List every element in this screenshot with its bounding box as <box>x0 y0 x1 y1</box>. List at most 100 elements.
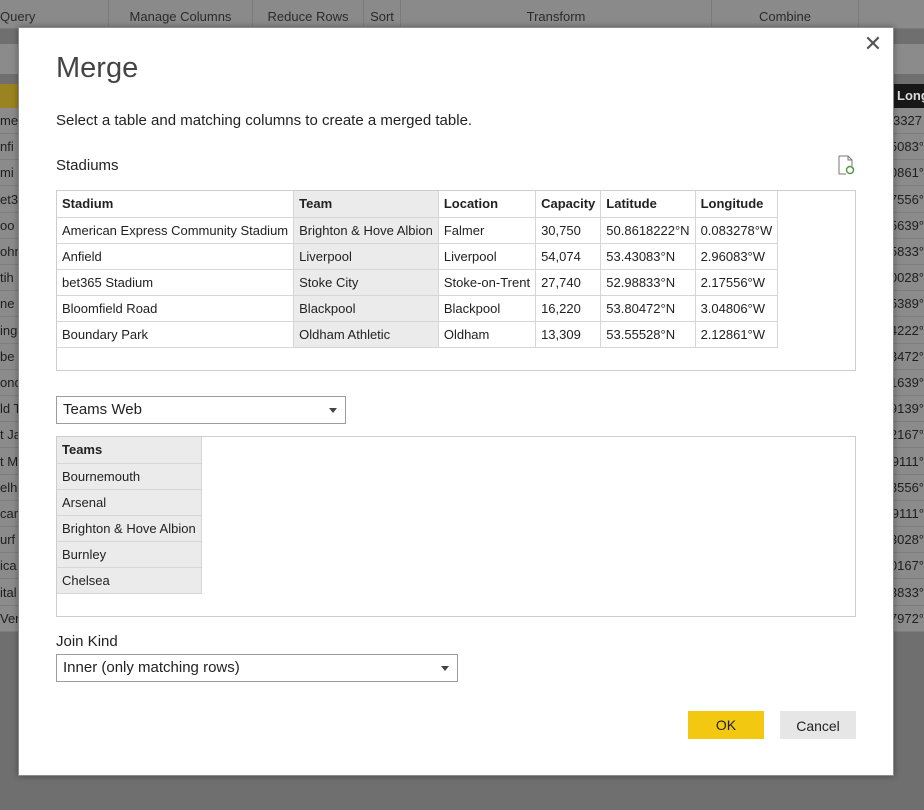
background-cell: 7556° <box>893 187 924 213</box>
table-cell: Stoke City <box>293 269 439 296</box>
table-cell: Falmer <box>438 217 537 244</box>
ribbon-group-reduce-rows: Reduce Rows <box>253 0 364 28</box>
ok-button[interactable]: OK <box>688 711 764 739</box>
background-cell: urf <box>0 527 20 554</box>
table-cell: Liverpool <box>438 243 537 270</box>
second-table-grid: Teams Bournemouth Arsenal Brighton & Hove … <box>57 437 202 594</box>
background-cell: 9111° <box>893 449 924 475</box>
ribbon-group-label: Manage Columns <box>129 9 232 24</box>
table-cell: Brighton & Hove Albion <box>57 515 202 542</box>
second-table-select[interactable]: Teams Web <box>56 396 346 424</box>
table-cell: 3.04806°W <box>695 295 779 322</box>
ribbon-group-label: Transform <box>526 9 586 24</box>
background-cell: 3028° <box>893 527 924 554</box>
table-cell: Stoke-on-Trent <box>438 269 537 296</box>
column-header[interactable]: Team <box>293 191 439 218</box>
table-cell: Blackpool <box>293 295 439 322</box>
background-cell: tih <box>0 265 20 292</box>
join-kind-select[interactable]: Inner (only matching rows) <box>56 654 458 682</box>
ribbon-group-sort: Sort <box>364 0 401 28</box>
background-cell: ne <box>0 291 20 318</box>
background-cell: 5833° <box>893 239 924 265</box>
close-icon[interactable]: ✕ <box>863 34 883 56</box>
merge-dialog: ✕ Merge Select a table and matching colu… <box>18 27 894 776</box>
background-cell: ld T <box>0 396 20 423</box>
second-table-preview: Teams Bournemouth Arsenal Brighton & Hove … <box>56 436 856 617</box>
table-row: Arsenal <box>57 489 202 516</box>
join-kind-label: Join Kind <box>56 633 118 650</box>
table-cell: Bournemouth <box>57 463 202 490</box>
table-cell: 2.17556°W <box>695 269 779 296</box>
table-cell: Boundary Park <box>57 321 295 348</box>
column-header[interactable]: Stadium <box>57 191 295 218</box>
table-cell: 53.55528°N <box>600 321 696 348</box>
cancel-button[interactable]: Cancel <box>780 711 856 739</box>
table-cell: Bloomfield Road <box>57 295 295 322</box>
background-cell: 9139° <box>893 396 924 423</box>
background-cell: 3472° <box>893 344 924 370</box>
ribbon-group-label: Combine <box>758 9 812 24</box>
table-cell: Arsenal <box>57 489 202 516</box>
table-cell: 27,740 <box>535 269 602 296</box>
background-cell: ica <box>0 553 20 580</box>
column-header[interactable]: Longitude <box>695 191 779 218</box>
table-cell: American Express Community Stadium <box>57 217 295 244</box>
background-cell: ond <box>0 370 20 396</box>
table-row: American Express Community Stadium Bright… <box>57 217 779 244</box>
table-cell: 54,074 <box>535 243 602 270</box>
ribbon-group-label: Query <box>0 9 36 24</box>
background-cell: t Ja <box>0 422 20 449</box>
background-cell: 2167° <box>893 422 924 449</box>
table-cell: Burnley <box>57 541 202 568</box>
background-cell: 7972° <box>893 606 924 632</box>
table-cell: 16,220 <box>535 295 602 322</box>
table-cell: 0.083278°W <box>695 217 779 244</box>
table-cell: 30,750 <box>535 217 602 244</box>
table-cell: Blackpool <box>438 295 537 322</box>
background-cell: 5083° <box>893 134 924 161</box>
background-cell: t M <box>0 449 20 475</box>
background-cell: 3833° <box>893 580 924 606</box>
column-header[interactable]: Teams <box>57 437 202 464</box>
table-cell: Chelsea <box>57 567 202 594</box>
chevron-down-icon <box>441 666 449 671</box>
table-cell: 2.12861°W <box>695 321 779 348</box>
column-header[interactable]: Capacity <box>535 191 602 218</box>
table-cell: Oldham <box>438 321 537 348</box>
table-cell: 50.8618222°N <box>600 217 696 244</box>
table-row: Burnley <box>57 541 202 568</box>
background-cell: ohn <box>0 239 20 265</box>
background-cell: 9111° <box>893 501 924 527</box>
first-table-preview: Stadium Team Location Capacity Latitude Longi… <box>56 190 856 371</box>
chevron-down-icon <box>329 408 337 413</box>
refresh-preview-icon[interactable] <box>837 155 855 175</box>
column-header[interactable]: Latitude <box>600 191 696 218</box>
table-row: Boundary Park Oldham Athletic Oldham 13,309… <box>57 321 779 348</box>
background-cell: Ver <box>0 606 20 632</box>
background-cell: 1639° <box>893 370 924 396</box>
table-cell: 53.43083°N <box>600 243 696 270</box>
table-cell: Oldham Athletic <box>293 321 439 348</box>
table-row: bet365 Stadium Stoke City Stoke-on-Trent 27… <box>57 269 779 296</box>
table-cell: Anfield <box>57 243 295 270</box>
background-cell: 5639° <box>893 213 924 239</box>
table-row: Anfield Liverpool Liverpool 54,074 53.43083°… <box>57 243 779 270</box>
table-header-row: Stadium Team Location Capacity Latitude Longi… <box>57 191 779 218</box>
table-cell: Brighton & Hove Albion <box>293 217 439 244</box>
background-cell: 3327 <box>893 108 924 134</box>
background-column-header: Long <box>893 84 924 108</box>
background-column-header-label: Long <box>897 88 924 103</box>
background-cell: 5389° <box>893 291 924 318</box>
ribbon-group-label: Reduce Rows <box>267 9 349 24</box>
background-cell: cam <box>0 501 20 527</box>
first-table-name: Stadiums <box>56 157 119 174</box>
background-cell: 0861° <box>893 160 924 187</box>
first-table-grid: Stadium Team Location Capacity Latitude Longi… <box>57 191 779 348</box>
background-cell: ital <box>0 580 20 606</box>
table-header-row: Teams <box>57 437 202 464</box>
ribbon-group-label: Sort <box>370 9 394 24</box>
column-header[interactable]: Location <box>438 191 537 218</box>
second-table-selected-value: Teams Web <box>63 401 142 418</box>
table-row: Chelsea <box>57 567 202 594</box>
background-cell: mi <box>0 160 20 187</box>
